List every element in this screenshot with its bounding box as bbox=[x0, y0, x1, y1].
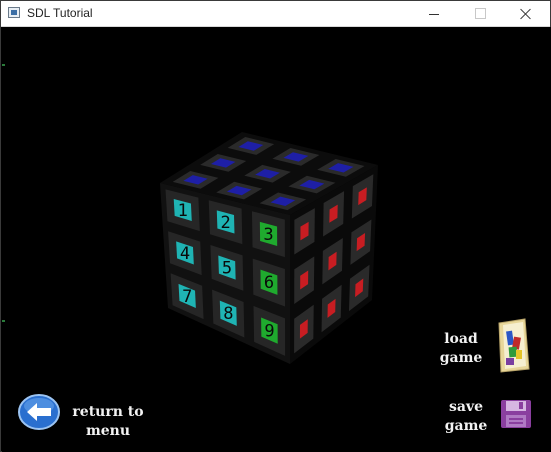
puzzle-cube[interactable]: 1 2 3 4 5 6 7 8 9 bbox=[0, 0, 551, 452]
load-label-line1: load bbox=[444, 331, 478, 347]
return-label-line2: menu bbox=[85, 423, 131, 439]
save-game-button[interactable]: save game bbox=[441, 398, 491, 436]
tile-number: 1 bbox=[178, 201, 188, 221]
folder-icon[interactable] bbox=[495, 317, 535, 374]
tile-number: 5 bbox=[222, 259, 232, 279]
return-to-menu-button[interactable]: return to menu bbox=[66, 403, 150, 441]
floppy-disk-icon[interactable] bbox=[500, 399, 532, 429]
save-label-line2: game bbox=[444, 418, 488, 434]
tile-number: 6 bbox=[264, 273, 274, 293]
tile-number: 4 bbox=[180, 244, 190, 264]
tile-number: 3 bbox=[263, 225, 273, 245]
tile-number: 2 bbox=[221, 213, 231, 233]
tile-number: 7 bbox=[182, 287, 192, 307]
return-label-line1: return to bbox=[72, 404, 144, 420]
back-arrow-icon[interactable] bbox=[18, 394, 60, 430]
tile-number: 9 bbox=[264, 322, 274, 342]
load-label-line2: game bbox=[439, 350, 483, 366]
save-label-line1: save bbox=[449, 399, 483, 415]
tile-number: 8 bbox=[223, 304, 233, 324]
load-game-button[interactable]: load game bbox=[436, 330, 486, 368]
